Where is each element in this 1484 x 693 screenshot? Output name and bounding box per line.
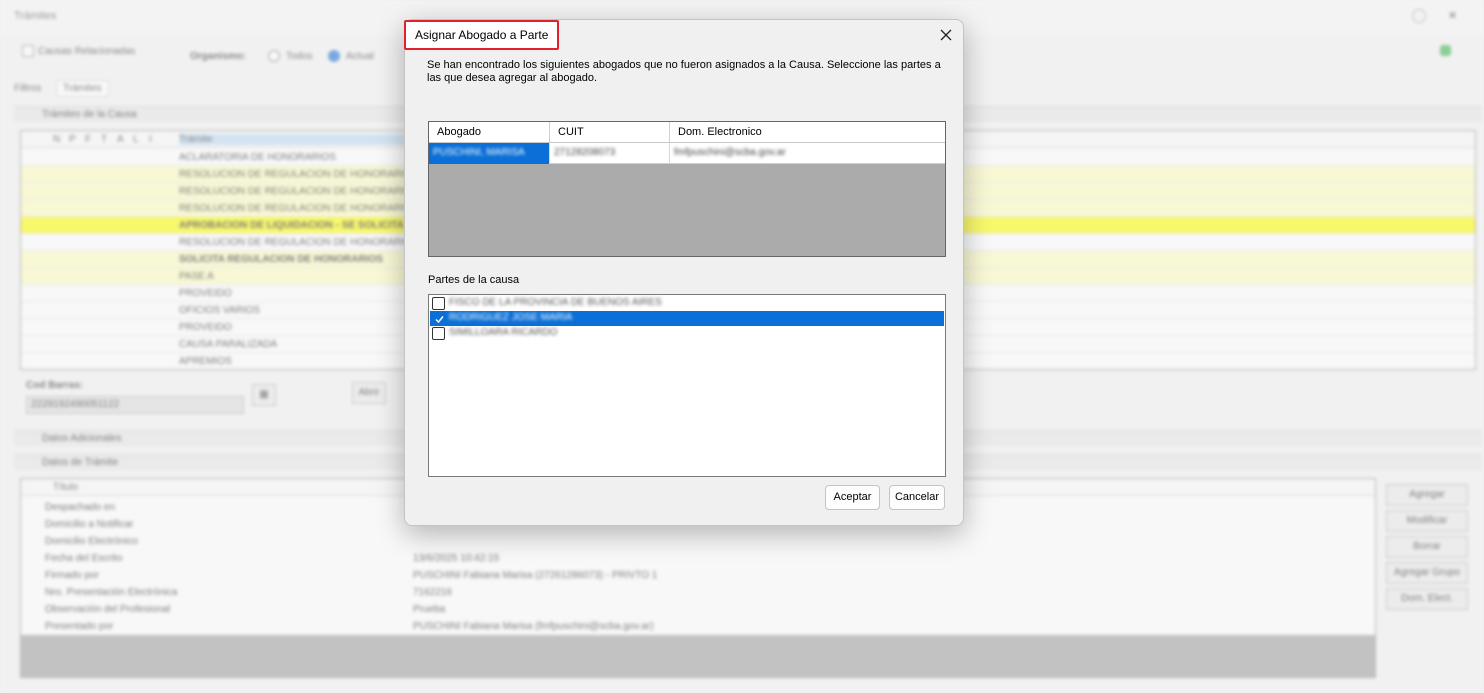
partes-label: Partes de la causa [428, 274, 520, 286]
prop-row[interactable]: Domicilio Electrónico [21, 533, 1375, 550]
col-l: L [133, 134, 139, 145]
prop-row[interactable]: Observación del Profesional Prueba [21, 601, 1375, 618]
dom-elect-button[interactable]: Dom. Elect. [1386, 588, 1468, 610]
prop-value: 13/6/2025 10:42:15 [413, 553, 500, 564]
abogado-row[interactable]: PUSCHINI, MARISA 27128208073 fmfpuschini… [429, 143, 945, 164]
dom-cell[interactable]: fmfpuschini@scba.gov.ar [670, 143, 945, 164]
asignar-abogado-dialog: Asignar Abogado a Parte Se han encontrad… [404, 19, 964, 526]
parte-item[interactable]: SIMILLOARA RICARDO [430, 326, 944, 341]
row-text: RESOLUCION DE REGULACION DE HONORARIOS [179, 186, 419, 197]
row-text: RESOLUCION DE REGULACION DE HONORARIOS [179, 169, 419, 180]
section-adicionales-label: Datos Adicionales [42, 433, 122, 444]
prop-row[interactable]: Presentado por PUSCHINI Fabiana Marisa (f… [21, 618, 1375, 635]
abogados-grid-header: Abogado CUIT Dom. Electronico [429, 122, 945, 143]
parte-item[interactable]: FISCO DE LA PROVINCIA DE BUENOS AIRES [430, 296, 944, 311]
row-text: PROVEIDO [179, 288, 232, 299]
prop-key: Observación del Profesional [45, 604, 171, 615]
prop-key: Despachado en [45, 502, 116, 513]
row-text: PASE A [179, 271, 214, 282]
col-titulo: Título [53, 482, 79, 493]
cod-barras-field[interactable]: 2229192490051122 [26, 396, 244, 414]
abogado-cuit: 27128208073 [554, 147, 616, 158]
parte-label: SIMILLOARA RICARDO [449, 327, 558, 338]
col-a: A [117, 134, 124, 145]
prop-key: Fecha del Escrito [45, 553, 123, 564]
col-t: T [101, 134, 108, 145]
col-n: N [53, 134, 61, 145]
col-cuit[interactable]: CUIT [550, 122, 670, 143]
col-abogado[interactable]: Abogado [429, 122, 550, 143]
borrar-button[interactable]: Borrar [1386, 536, 1468, 558]
prop-row[interactable]: Firmado por PUSCHINI Fabiana Marisa (2726… [21, 567, 1375, 584]
prop-value: PUSCHINI Fabiana Marisa (fmfpuschini@scb… [413, 621, 654, 632]
prop-value: PUSCHINI Fabiana Marisa (27261286073) - … [413, 570, 658, 581]
col-f: F [85, 134, 92, 145]
causas-relacionadas-checkbox[interactable] [22, 45, 34, 57]
bg-window-title: Trámites [14, 10, 57, 22]
causas-relacionadas-label: Causas Relacionadas [38, 46, 136, 57]
barcode-icon[interactable]: ▦ [252, 384, 276, 406]
row-text: RESOLUCION DE REGULACION DE HONORARIOS [179, 237, 419, 248]
row-text: RESOLUCION DE REGULACION DE HONORARIOS [179, 203, 419, 214]
check-icon [435, 316, 444, 324]
tab-tramites[interactable]: Trámites [56, 80, 109, 97]
col-dom-electronico[interactable]: Dom. Electronico [670, 122, 945, 143]
partes-list[interactable]: FISCO DE LA PROVINCIA DE BUENOS AIRES RO… [428, 294, 946, 477]
grid-empty-area [21, 635, 1375, 677]
prop-row[interactable]: Nro. Presentación Electrónica 7162216 [21, 584, 1375, 601]
parte-checkbox[interactable] [432, 297, 445, 310]
organismo-actual-radio[interactable] [328, 50, 340, 62]
prop-key: Presentado por [45, 621, 114, 632]
close-icon[interactable] [937, 26, 955, 44]
cuit-cell[interactable]: 27128208073 [550, 143, 670, 164]
organismo-actual-label: Actual [346, 51, 374, 62]
prop-key: Domicilio a Notificar [45, 519, 134, 530]
agregar-button[interactable]: Agregar [1386, 484, 1468, 506]
dialog-titlebar: Asignar Abogado a Parte [404, 20, 963, 50]
organismo-label: Organismo: [190, 51, 247, 62]
parte-item[interactable]: RODRIGUEZ JOSE MARIA [430, 311, 944, 326]
abogado-name: PUSCHINI, MARISA [433, 147, 525, 158]
abrir-button[interactable]: Abrir [352, 382, 386, 404]
refresh-icon[interactable] [1440, 45, 1451, 56]
aceptar-button[interactable]: Aceptar [825, 485, 880, 510]
abogado-dom: fmfpuschini@scba.gov.ar [674, 147, 786, 158]
modificar-button[interactable]: Modificar [1386, 510, 1468, 532]
cancelar-button[interactable]: Cancelar [889, 485, 945, 510]
row-text: APROBACION DE LIQUIDACION - SE SOLICITA [179, 220, 404, 231]
parte-checkbox[interactable] [432, 312, 445, 325]
row-text: ACLARATORIA DE HONORARIOS [179, 152, 336, 163]
prop-key: Firmado por [45, 570, 99, 581]
close-icon[interactable]: ✕ [1448, 9, 1462, 23]
dialog-message: Se han encontrado los siguientes abogado… [427, 59, 941, 84]
tab-filtros[interactable]: Filtros [14, 83, 41, 94]
col-p: P [69, 134, 76, 145]
row-text: PROVEIDO [179, 322, 232, 333]
col-tramite: Trámite [179, 134, 409, 145]
prop-key: Domicilio Electrónico [45, 536, 138, 547]
organismo-todos-label: Todos [286, 51, 313, 62]
row-text: SOLICITA REGULACION DE HONORARIOS [179, 254, 383, 265]
cod-barras-label: Cod Barras: [26, 380, 84, 391]
row-text: CAUSA PARALIZADA [179, 339, 278, 350]
dialog-title: Asignar Abogado a Parte [404, 20, 560, 50]
col-i: I [149, 134, 152, 145]
organismo-todos-radio[interactable] [268, 50, 280, 62]
help-icon[interactable] [1412, 9, 1426, 23]
section-tramites-label: Trámites de la Causa [42, 109, 137, 120]
row-text: OFICIOS VARIOS [179, 305, 260, 316]
section-datos-tramite-label: Datos de Trámite [42, 457, 119, 468]
prop-value: 7162216 [413, 587, 452, 598]
parte-label: RODRIGUEZ JOSE MARIA [449, 312, 573, 323]
abogado-cell[interactable]: PUSCHINI, MARISA [429, 143, 550, 164]
agregar-grupo-button[interactable]: Agregar Grupo [1386, 562, 1468, 584]
prop-value: Prueba [413, 604, 446, 615]
parte-checkbox[interactable] [432, 327, 445, 340]
abogados-grid[interactable]: Abogado CUIT Dom. Electronico PUSCHINI, … [428, 121, 946, 257]
prop-key: Nro. Presentación Electrónica [45, 587, 178, 598]
prop-row[interactable]: Fecha del Escrito 13/6/2025 10:42:15 [21, 550, 1375, 567]
parte-label: FISCO DE LA PROVINCIA DE BUENOS AIRES [449, 297, 662, 308]
row-text: APREMIOS [179, 356, 232, 367]
